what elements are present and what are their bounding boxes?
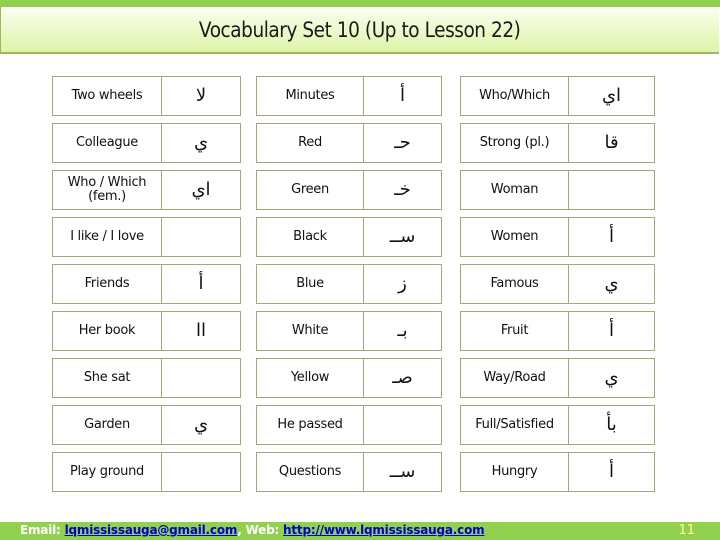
arabic-word-cell: ســ (363, 452, 442, 492)
english-word-cell: Red (256, 123, 364, 163)
english-word-cell: Who/Which (460, 76, 569, 116)
arabic-word-cell: قا (568, 123, 655, 163)
arabic-word-cell: خـ (363, 170, 442, 210)
arabic-word-cell: اي (568, 76, 655, 116)
arabic-word-cell: أ (568, 311, 655, 351)
arabic-word-cell: ي (161, 405, 241, 445)
arabic-word-cell: حـ (363, 123, 442, 163)
english-word-cell: Strong (pl.) (460, 123, 569, 163)
english-word-cell: Friends (52, 264, 162, 304)
arabic-word-cell: أ (568, 452, 655, 492)
arabic-word-cell: صـ (363, 358, 442, 398)
email-label: Email: (20, 523, 65, 537)
english-word-cell: She sat (52, 358, 162, 398)
english-word-cell: Black (256, 217, 364, 257)
english-word-cell: Women (460, 217, 569, 257)
english-word-cell: Questions (256, 452, 364, 492)
english-word-cell: Green (256, 170, 364, 210)
english-word-cell: Way/Road (460, 358, 569, 398)
english-word-cell: Blue (256, 264, 364, 304)
english-word-cell: Her book (52, 311, 162, 351)
arabic-word-cell: أ (161, 264, 241, 304)
arabic-word-cell: بـ (363, 311, 442, 351)
english-word-cell: Hungry (460, 452, 569, 492)
arabic-word-cell: ز (363, 264, 442, 304)
page-number: 11 (678, 523, 695, 538)
english-word-cell: Two wheels (52, 76, 162, 116)
slide-title: Vocabulary Set 10 (Up to Lesson 22) (199, 17, 521, 42)
arabic-word-cell: ســ (363, 217, 442, 257)
arabic-word-cell: بأ (568, 405, 655, 445)
website-link[interactable]: http://www.lqmississauga.com (283, 523, 485, 537)
english-word-cell: Yellow (256, 358, 364, 398)
english-word-cell: He passed (256, 405, 364, 445)
email-link[interactable]: lqmississauga@gmail.com (65, 523, 238, 537)
english-word-cell: Garden (52, 405, 162, 445)
arabic-word-cell: أ (363, 76, 442, 116)
title-banner: Vocabulary Set 10 (Up to Lesson 22) (0, 7, 719, 54)
arabic-word-cell: لا (161, 76, 241, 116)
web-label: Web: (245, 523, 284, 537)
arabic-word-cell (161, 358, 241, 398)
english-word-cell: I like / I love (52, 217, 162, 257)
english-word-cell: White (256, 311, 364, 351)
footer-bar: Email: lqmississauga@gmail.com, Web: htt… (0, 522, 720, 540)
arabic-word-cell: ي (568, 264, 655, 304)
contact-line: Email: lqmississauga@gmail.com, Web: htt… (20, 523, 485, 537)
arabic-word-cell: ي (568, 358, 655, 398)
separator: , (237, 523, 246, 537)
english-word-cell: Woman (460, 170, 569, 210)
english-word-cell: Who / Which (fem.) (52, 170, 162, 210)
top-accent-bar (0, 0, 720, 7)
arabic-word-cell (161, 452, 241, 492)
english-word-cell: Full/Satisfied (460, 405, 569, 445)
english-word-cell: Play ground (52, 452, 162, 492)
english-word-cell: Fruit (460, 311, 569, 351)
arabic-word-cell: أ (568, 217, 655, 257)
arabic-word-cell: ي (161, 123, 241, 163)
english-word-cell: Minutes (256, 76, 364, 116)
arabic-word-cell: اا (161, 311, 241, 351)
english-word-cell: Famous (460, 264, 569, 304)
arabic-word-cell (568, 170, 655, 210)
english-word-cell: Colleague (52, 123, 162, 163)
arabic-word-cell (363, 405, 442, 445)
arabic-word-cell (161, 217, 241, 257)
arabic-word-cell: اي (161, 170, 241, 210)
